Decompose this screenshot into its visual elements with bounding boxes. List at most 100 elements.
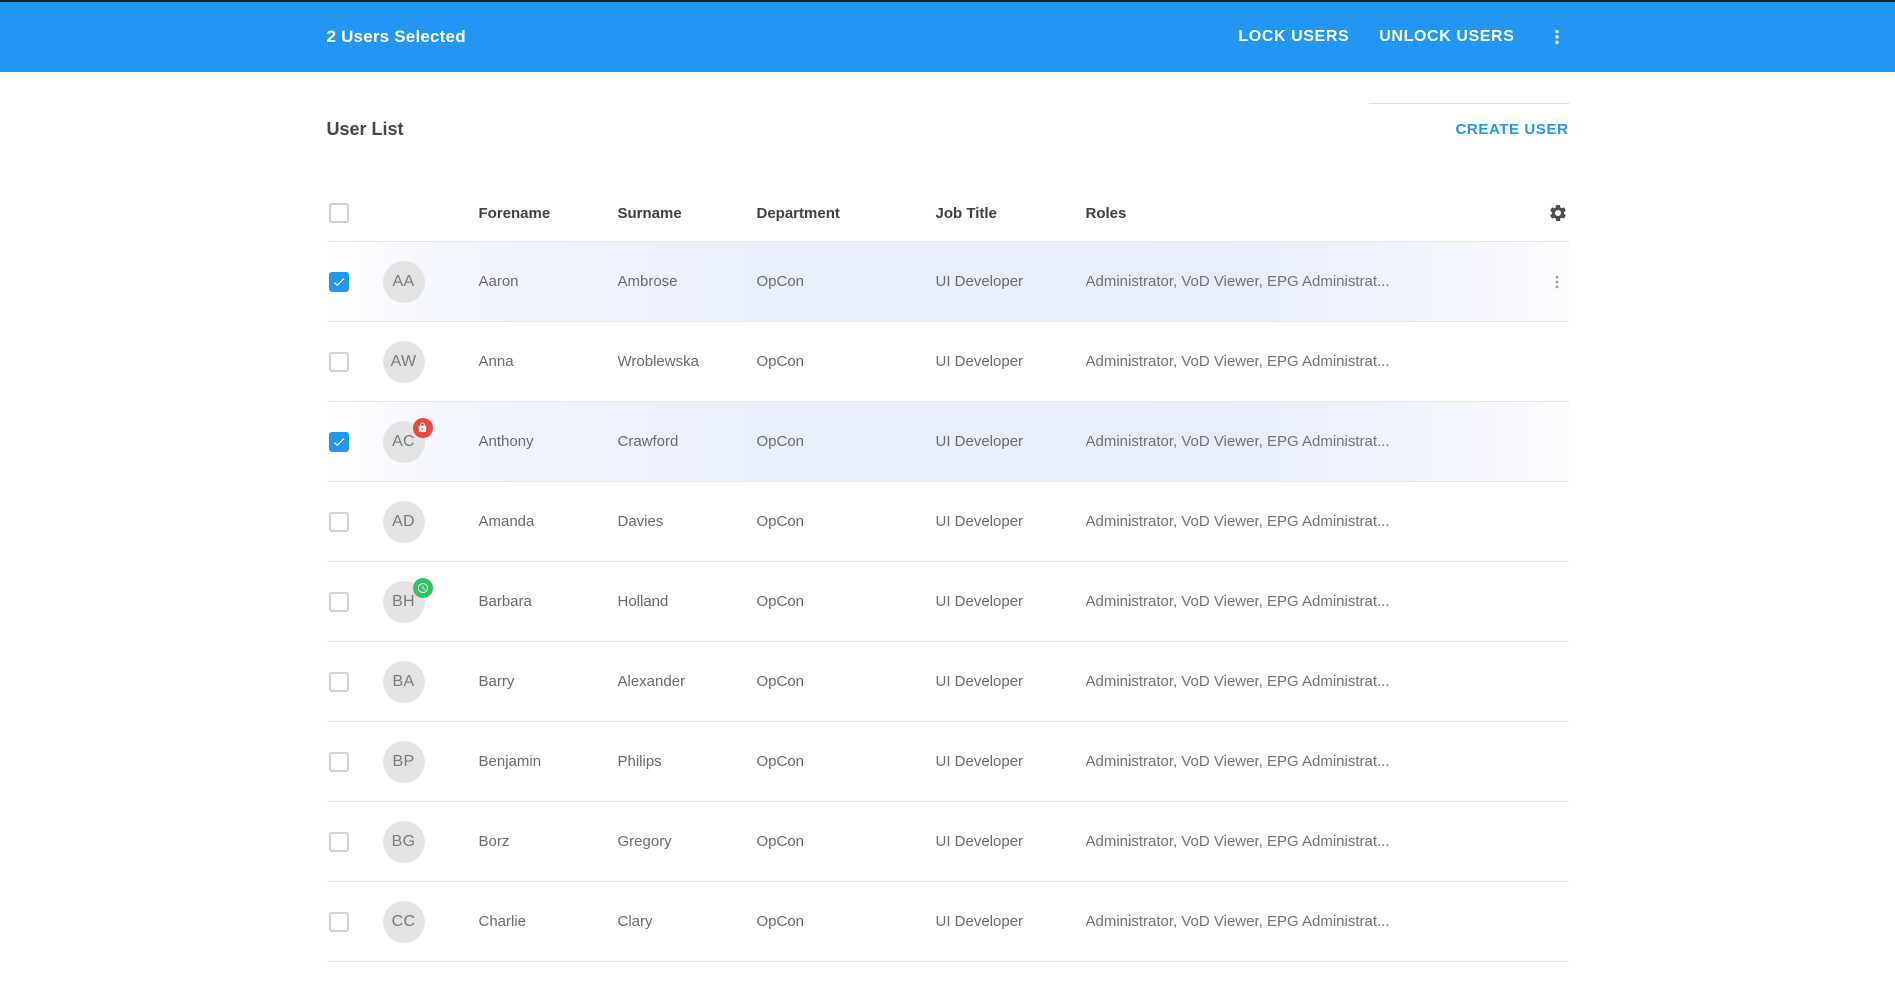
cell-department: OpCon <box>757 433 936 450</box>
table-body: AA Aaron Ambrose OpCon UI Developer Admi… <box>327 242 1569 962</box>
row-checkbox[interactable] <box>329 752 349 772</box>
cell-roles: Administrator, VoD Viewer, EPG Administr… <box>1086 353 1521 370</box>
avatar-initials: AD <box>392 513 415 531</box>
row-menu-icon[interactable] <box>1545 266 1569 298</box>
cell-job-title: UI Developer <box>936 833 1086 850</box>
table-row[interactable]: CC Charlie Clary OpCon UI Developer Admi… <box>327 882 1569 962</box>
avatar: AW <box>383 341 425 383</box>
column-header-job-title: Job Title <box>936 205 1086 222</box>
cell-job-title: UI Developer <box>936 273 1086 290</box>
cell-department: OpCon <box>757 513 936 530</box>
cell-surname: Ambrose <box>618 273 757 290</box>
cell-job-title: UI Developer <box>936 753 1086 770</box>
avatar-initials: AC <box>392 433 415 451</box>
cell-surname: Gregory <box>618 833 757 850</box>
column-settings-gear-icon[interactable] <box>1547 202 1569 224</box>
cell-surname: Holland <box>618 593 757 610</box>
cell-surname: Philips <box>618 753 757 770</box>
unlock-users-button[interactable]: UNLOCK USERS <box>1379 28 1514 46</box>
row-checkbox[interactable] <box>329 512 349 532</box>
avatar: AC <box>383 421 425 463</box>
row-checkbox[interactable] <box>329 912 349 932</box>
toolbar: User List CREATE USER <box>327 72 1569 147</box>
cell-roles: Administrator, VoD Viewer, EPG Administr… <box>1086 673 1521 690</box>
cell-forename: Benjamin <box>479 753 618 770</box>
cell-department: OpCon <box>757 273 936 290</box>
cell-surname: Crawford <box>618 433 757 450</box>
cell-job-title: UI Developer <box>936 353 1086 370</box>
cell-surname: Clary <box>618 913 757 930</box>
row-checkbox[interactable] <box>329 592 349 612</box>
avatar-initials: AA <box>393 273 415 291</box>
cell-forename: Barry <box>479 673 618 690</box>
cell-forename: Borz <box>479 833 618 850</box>
cell-roles: Administrator, VoD Viewer, EPG Administr… <box>1086 753 1521 770</box>
cell-department: OpCon <box>757 673 936 690</box>
create-user-button[interactable]: CREATE USER <box>1456 121 1569 138</box>
clock-badge-icon <box>413 578 433 598</box>
column-header-forename: Forename <box>479 205 618 222</box>
cell-department: OpCon <box>757 753 936 770</box>
table-row[interactable]: BG Borz Gregory OpCon UI Developer Admin… <box>327 802 1569 882</box>
cell-job-title: UI Developer <box>936 433 1086 450</box>
avatar: BA <box>383 661 425 703</box>
cell-job-title: UI Developer <box>936 913 1086 930</box>
lock-users-button[interactable]: LOCK USERS <box>1238 28 1349 46</box>
cell-department: OpCon <box>757 913 936 930</box>
user-table: Forename Surname Department Job Title Ro… <box>327 185 1569 962</box>
table-row[interactable]: AW Anna Wroblewska OpCon UI Developer Ad… <box>327 322 1569 402</box>
table-row[interactable]: BH Barbara Holland OpCon UI Developer Ad… <box>327 562 1569 642</box>
app-bar-overflow-menu-icon[interactable] <box>1545 25 1569 49</box>
avatar: AA <box>383 261 425 303</box>
cell-department: OpCon <box>757 593 936 610</box>
lock-badge-icon <box>413 418 433 438</box>
cell-forename: Anthony <box>479 433 618 450</box>
column-header-roles: Roles <box>1086 205 1521 222</box>
table-row[interactable]: BA Barry Alexander OpCon UI Developer Ad… <box>327 642 1569 722</box>
selection-count-text: 2 Users Selected <box>327 27 466 47</box>
table-row[interactable]: BP Benjamin Philips OpCon UI Developer A… <box>327 722 1569 802</box>
avatar-initials: AW <box>391 353 417 371</box>
cell-forename: Aaron <box>479 273 618 290</box>
cell-roles: Administrator, VoD Viewer, EPG Administr… <box>1086 513 1521 530</box>
cell-roles: Administrator, VoD Viewer, EPG Administr… <box>1086 913 1521 930</box>
row-checkbox[interactable] <box>329 672 349 692</box>
table-row[interactable]: AD Amanda Davies OpCon UI Developer Admi… <box>327 482 1569 562</box>
table-header-row: Forename Surname Department Job Title Ro… <box>327 185 1569 242</box>
cell-roles: Administrator, VoD Viewer, EPG Administr… <box>1086 593 1521 610</box>
avatar: AD <box>383 501 425 543</box>
cell-forename: Charlie <box>479 913 618 930</box>
cell-roles: Administrator, VoD Viewer, EPG Administr… <box>1086 273 1521 290</box>
cell-forename: Anna <box>479 353 618 370</box>
table-row[interactable]: AC Anthony Crawford OpCon UI Developer A… <box>327 402 1569 482</box>
cell-surname: Alexander <box>618 673 757 690</box>
cell-roles: Administrator, VoD Viewer, EPG Administr… <box>1086 833 1521 850</box>
cell-department: OpCon <box>757 833 936 850</box>
row-checkbox[interactable] <box>329 272 349 292</box>
avatar: BP <box>383 741 425 783</box>
cell-forename: Amanda <box>479 513 618 530</box>
cell-department: OpCon <box>757 353 936 370</box>
cell-job-title: UI Developer <box>936 673 1086 690</box>
avatar-initials: BH <box>392 593 415 611</box>
cell-surname: Davies <box>618 513 757 530</box>
cell-roles: Administrator, VoD Viewer, EPG Administr… <box>1086 433 1521 450</box>
avatar-initials: BP <box>393 753 415 771</box>
avatar: CC <box>383 901 425 943</box>
column-header-department: Department <box>757 205 936 222</box>
cell-job-title: UI Developer <box>936 593 1086 610</box>
row-checkbox[interactable] <box>329 432 349 452</box>
cell-job-title: UI Developer <box>936 513 1086 530</box>
cell-surname: Wroblewska <box>618 353 757 370</box>
avatar-initials: BA <box>393 673 415 691</box>
search-input[interactable] <box>1369 74 1569 104</box>
row-checkbox[interactable] <box>329 352 349 372</box>
column-header-surname: Surname <box>618 205 757 222</box>
avatar-initials: BG <box>392 833 416 851</box>
selection-app-bar: 2 Users Selected LOCK USERS UNLOCK USERS <box>0 2 1895 72</box>
avatar: BH <box>383 581 425 623</box>
select-all-checkbox[interactable] <box>329 203 349 223</box>
cell-forename: Barbara <box>479 593 618 610</box>
row-checkbox[interactable] <box>329 832 349 852</box>
table-row[interactable]: AA Aaron Ambrose OpCon UI Developer Admi… <box>327 242 1569 322</box>
